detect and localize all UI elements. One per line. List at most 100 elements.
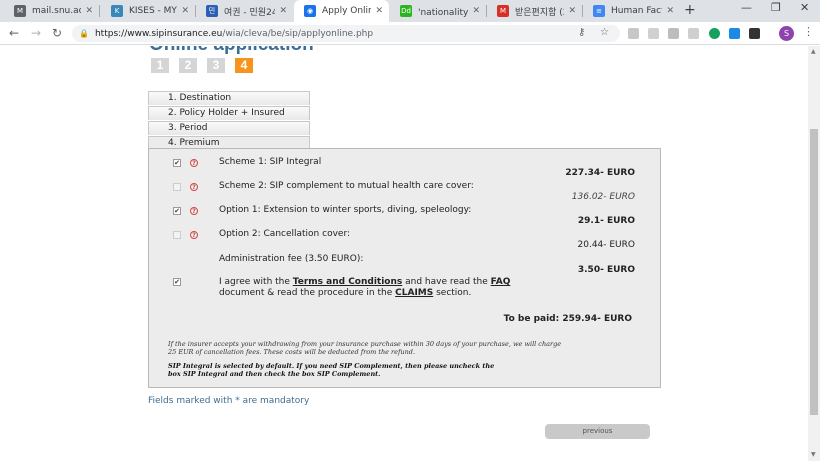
tab-close-icon[interactable]: ✕ xyxy=(568,6,576,16)
premium-panel: ✔? Scheme 1: SIP Integral 227.34- EURO? Sch… xyxy=(148,148,661,388)
tab-separator xyxy=(99,5,100,17)
agree-text-mid2: document & read the procedure in the xyxy=(219,288,396,298)
item-checkbox[interactable] xyxy=(173,183,181,191)
item-price: 136.02- EURO xyxy=(571,192,635,202)
item-checkbox[interactable] xyxy=(173,231,181,239)
item-label: Option 1: Extension to winter sports, di… xyxy=(219,205,472,215)
claims-link[interactable]: CLAIMS xyxy=(395,288,433,298)
step-indicator: 1234 xyxy=(151,58,253,73)
browser-tab[interactable]: Mmail.snu.ac.kr/m✕ xyxy=(4,0,99,22)
tab-close-icon[interactable]: ✕ xyxy=(472,6,480,16)
item-checkbox[interactable]: ✔ xyxy=(173,207,181,215)
step-2: 2 xyxy=(179,58,197,73)
browser-tab[interactable]: 민 여권 - 민원24 ✕ xyxy=(196,0,293,22)
terms-link[interactable]: Terms and Conditions xyxy=(293,277,402,287)
lock-icon: 🔒 xyxy=(79,29,89,38)
nav-item-step-1[interactable]: 1. Destination xyxy=(148,91,310,105)
key-icon[interactable]: ⚷ xyxy=(578,27,585,38)
page-scrollbar[interactable]: ▲ ▼ xyxy=(808,46,820,461)
browser-tab[interactable]: ≡ Human Factor ✕ xyxy=(583,0,680,22)
browser-tab[interactable]: K KISES - MY PA ✕ xyxy=(101,0,195,22)
tab-close-icon[interactable]: ✕ xyxy=(375,6,383,16)
agree-text-mid: and have read the xyxy=(402,277,491,287)
item-label: Scheme 2: SIP complement to mutual healt… xyxy=(219,181,474,191)
tab-title: 'nationality' 의 xyxy=(418,7,469,18)
address-bar[interactable]: 🔒 https://www.sipinsurance.eu/wia/cleva/… xyxy=(72,25,620,42)
extension-icon[interactable] xyxy=(648,28,659,39)
kebab-menu-icon[interactable]: ⋮ xyxy=(803,25,814,38)
tab-title: KISES - MY PA xyxy=(129,6,177,16)
gmail-icon: M xyxy=(14,5,26,17)
restore-icon[interactable]: ❐ xyxy=(771,1,781,14)
tab-strip: Mmail.snu.ac.kr/m✕KKISES - MY PA✕민여권 - 민… xyxy=(0,0,820,22)
nav-item-step-3[interactable]: 3. Period xyxy=(148,121,310,135)
download-icon[interactable] xyxy=(729,28,740,39)
page-content: Online application 1234 1. Destination2.… xyxy=(0,46,808,461)
minwon-icon: 민 xyxy=(206,5,218,17)
agree-checkbox[interactable]: ✔ xyxy=(173,278,181,286)
extension-icon[interactable] xyxy=(749,28,760,39)
tab-title: Apply Online xyxy=(322,6,372,16)
url-path: /wia/cleva/be/sip/applyonline.php xyxy=(222,28,374,39)
scroll-up-arrow-icon[interactable]: ▲ xyxy=(811,48,816,55)
step-4: 4 xyxy=(235,58,253,73)
faq-link[interactable]: FAQ xyxy=(491,277,511,287)
agree-text-post: section. xyxy=(433,288,472,298)
sip-globe-icon: ◉ xyxy=(304,5,316,17)
admin-fee-label: Administration fee (3.50 EURO): xyxy=(219,254,364,264)
kises-icon: K xyxy=(111,5,123,17)
item-price: 227.34- EURO xyxy=(565,168,635,178)
browser-tab[interactable]: M 받은편지함 (26 ✕ xyxy=(487,0,582,22)
tab-close-icon[interactable]: ✕ xyxy=(85,6,93,16)
browser-tab[interactable]: Dd 'nationality' 의✕ xyxy=(390,0,486,22)
total-to-pay: To be paid: 259.94- EURO xyxy=(503,314,632,324)
admin-fee-price: 3.50- EURO xyxy=(577,265,635,275)
gmail-icon: M xyxy=(497,5,509,17)
minimize-icon[interactable]: — xyxy=(741,1,752,14)
help-icon[interactable]: ? xyxy=(190,207,198,215)
tab-title: 여권 - 민원24 xyxy=(224,7,276,18)
scrollbar-thumb[interactable] xyxy=(810,129,818,415)
tab-close-icon[interactable]: ✕ xyxy=(181,6,189,16)
browser-tab[interactable]: ◉ Apply Online✕ xyxy=(294,0,389,22)
extension-icon[interactable] xyxy=(688,28,699,39)
docs-icon: ≡ xyxy=(593,5,605,17)
browser-toolbar: ← → ↻ 🔒 https://www.sipinsurance.eu/wia/… xyxy=(0,22,820,45)
item-label: Option 2: Cancellation cover: xyxy=(219,229,351,239)
close-window-icon[interactable]: ✕ xyxy=(800,1,809,14)
forward-arrow-icon[interactable]: → xyxy=(31,26,41,40)
extension-icon[interactable] xyxy=(668,28,679,39)
extension-icon[interactable] xyxy=(628,28,639,39)
step-3: 3 xyxy=(207,58,225,73)
default-scheme-note: SIP Integral is selected by default. If … xyxy=(168,362,495,378)
scroll-down-arrow-icon[interactable]: ▼ xyxy=(811,451,816,458)
profile-avatar[interactable]: S xyxy=(779,26,794,41)
cancellation-fee-note: If the insurer accepts your withdrawing … xyxy=(168,340,562,356)
agree-text: I agree with the Terms and Conditions an… xyxy=(219,277,519,299)
item-label: Scheme 1: SIP Integral xyxy=(219,157,322,167)
tab-close-icon[interactable]: ✕ xyxy=(666,6,674,16)
new-tab-button[interactable]: + xyxy=(684,2,696,18)
url-text[interactable]: https://www.sipinsurance.eu/wia/cleva/be… xyxy=(95,29,373,39)
application-nav: 1. Destination 2. Policy Holder + Insured… xyxy=(148,91,310,151)
reload-icon[interactable]: ↻ xyxy=(52,26,62,40)
help-icon[interactable]: ? xyxy=(190,183,198,191)
grammarly-icon[interactable] xyxy=(709,28,720,39)
nav-item-step-2[interactable]: 2. Policy Holder + Insured xyxy=(148,106,310,120)
step-1: 1 xyxy=(151,58,169,73)
previous-button[interactable]: previous xyxy=(545,424,650,439)
tab-close-icon[interactable]: ✕ xyxy=(279,6,287,16)
url-host: https://www.sipinsurance.eu xyxy=(94,28,223,39)
back-arrow-icon[interactable]: ← xyxy=(9,26,19,40)
tab-title: mail.snu.ac.kr/m xyxy=(32,6,82,16)
help-icon[interactable]: ? xyxy=(190,231,198,239)
star-icon[interactable]: ☆ xyxy=(600,27,609,38)
item-price: 20.44- EURO xyxy=(577,240,636,250)
tab-title: Human Factor xyxy=(611,6,662,16)
mandatory-fields-note: Fields marked with * are mandatory xyxy=(148,396,310,406)
page-title: Online application xyxy=(149,46,314,56)
agree-text-pre: I agree with the xyxy=(219,277,293,287)
item-price: 29.1- EURO xyxy=(577,216,635,226)
help-icon[interactable]: ? xyxy=(190,159,198,167)
item-checkbox[interactable]: ✔ xyxy=(173,159,181,167)
